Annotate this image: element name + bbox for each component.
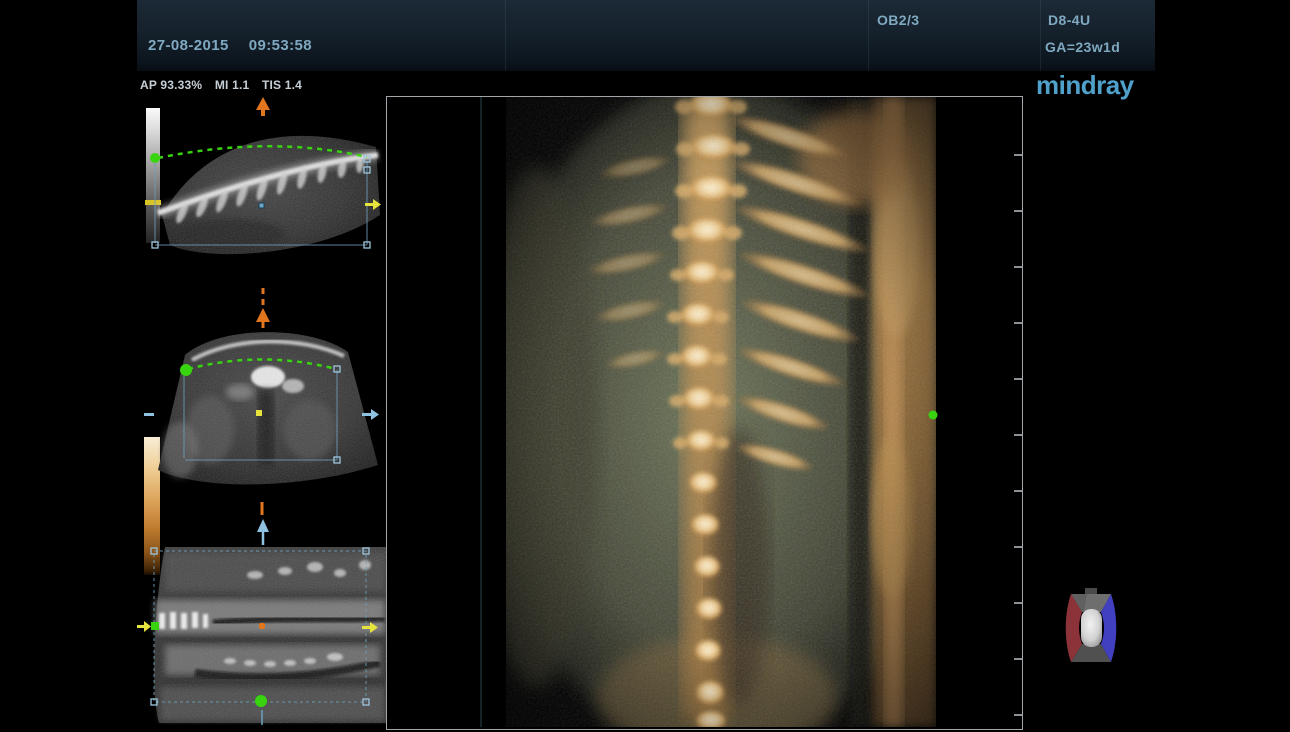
exam-date: 27-08-2015 [148,37,229,54]
probe-model: D8-4U [1048,12,1090,28]
orientation-cube-icon[interactable] [1061,586,1121,670]
direction-arrow-c-left-icon [137,621,151,632]
curve-start-dot-a[interactable] [150,153,160,163]
sonogram-image-b [158,332,378,484]
plane-c-axis-icon [257,502,269,545]
header-separator [505,0,506,71]
datetime: 27-08-2015 09:53:58 [148,37,312,54]
mindray-logo: mindray [1036,70,1134,101]
mpr-view-a[interactable] [140,95,390,270]
mpr-view-b[interactable] [140,280,390,495]
acoustic-power-value: AP 93.33% [140,78,202,92]
center-ref-dot-b[interactable] [256,410,262,416]
ultrasound-screen: { "header": { "date": "27-08-2015", "tim… [0,0,1290,725]
sonogram-image-a [158,136,380,254]
curve-start-square-c[interactable] [151,622,159,630]
header-separator [868,0,869,71]
center-ref-dot-a[interactable] [259,203,264,208]
volume-render-image [477,97,952,727]
volume-render-view[interactable] [387,97,1022,727]
plane-a-up-arrow-icon [256,97,270,116]
curve-bottom-dot-c[interactable] [255,695,267,707]
sonogram-image-c [154,547,387,723]
exam-time: 09:53:58 [249,37,312,54]
mechanical-index-value: MI 1.1 [215,78,250,92]
direction-dash-b-left-icon [144,413,154,416]
render-edge-dot[interactable] [929,411,938,420]
header-bar: 27-08-2015 09:53:58 OB2/3 D8-4U GA=23w1d [137,0,1155,71]
header-separator [1040,0,1041,71]
thermal-index-value: TIS 1.4 [262,78,302,92]
center-ref-dot-c[interactable] [259,623,265,629]
curve-start-dot-b[interactable] [180,364,192,376]
plane-b-axis-icon [256,288,270,332]
render-viewport-frame [386,96,1023,730]
mpr-view-c[interactable] [135,495,395,725]
gestational-age: GA=23w1d [1045,39,1120,55]
acoustic-status-line: AP 93.33% MI 1.1 TIS 1.4 [140,78,311,92]
exam-preset: OB2/3 [877,12,919,28]
